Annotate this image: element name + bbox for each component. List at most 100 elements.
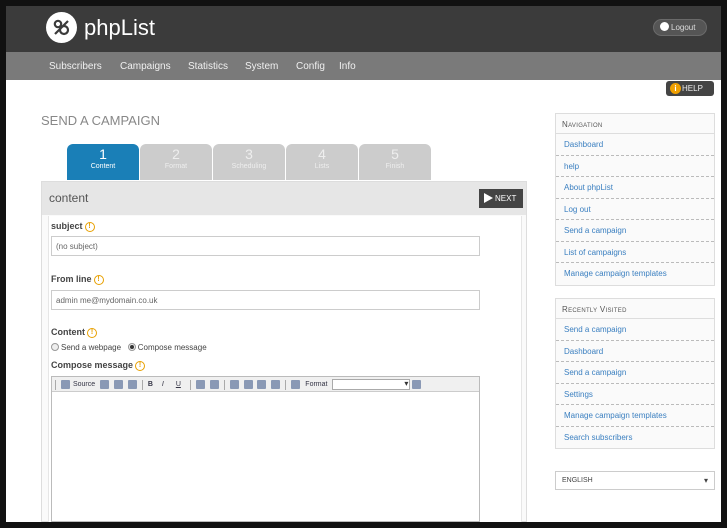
language-value: ENGLISH bbox=[562, 477, 593, 484]
bold-icon[interactable]: B bbox=[148, 380, 157, 390]
from-line-label: From line! bbox=[51, 274, 104, 285]
toolbar-separator bbox=[141, 379, 143, 390]
toolbar-separator bbox=[223, 379, 225, 390]
from-line-label-text: From line bbox=[51, 274, 92, 284]
tab-scheduling[interactable]: 3 Scheduling bbox=[213, 144, 285, 180]
subject-label-text: subject bbox=[51, 221, 83, 231]
tab-number: 4 bbox=[318, 146, 326, 162]
page-title: SEND A CAMPAIGN bbox=[41, 113, 160, 128]
help-icon[interactable]: ! bbox=[135, 361, 146, 371]
align-left-icon[interactable] bbox=[229, 380, 239, 389]
format-label: Format bbox=[305, 380, 328, 388]
logout-label: Logout bbox=[671, 23, 696, 32]
nav-item-statistics[interactable]: Statistics bbox=[188, 61, 228, 72]
radio-compose-message-label: Compose message bbox=[137, 343, 207, 352]
tab-number: 1 bbox=[99, 146, 107, 162]
sidebar-item-dashboard[interactable]: Dashboard bbox=[556, 134, 714, 156]
editor-toolbar: Source B I U Format ▾ bbox=[52, 377, 479, 392]
align-justify-icon[interactable] bbox=[271, 380, 281, 389]
recent-item-manage-templates[interactable]: Manage campaign templates bbox=[556, 405, 714, 427]
content-panel: content NEXT subject! (no subject) From … bbox=[41, 181, 527, 522]
compose-label-text: Compose message bbox=[51, 360, 134, 370]
tab-content[interactable]: 1 Content bbox=[67, 144, 139, 180]
help-icon[interactable]: ! bbox=[93, 275, 104, 285]
content-label: Content! bbox=[51, 327, 97, 338]
sidebar-item-about[interactable]: About phpList bbox=[556, 177, 714, 199]
underline-icon[interactable]: U bbox=[176, 380, 185, 390]
bulleted-list-icon[interactable] bbox=[209, 380, 219, 389]
toolbar-separator bbox=[189, 379, 191, 390]
content-header: content NEXT bbox=[42, 182, 526, 215]
source-button[interactable]: Source bbox=[73, 380, 95, 390]
sidebar-item-manage-templates[interactable]: Manage campaign templates bbox=[556, 263, 714, 285]
sidebar-item-list-campaigns[interactable]: List of campaigns bbox=[556, 242, 714, 263]
tab-format[interactable]: 2 Format bbox=[140, 144, 212, 180]
content-type-radios: Send a webpage Compose message bbox=[51, 343, 207, 352]
recent-item-search-subscribers[interactable]: Search subscribers bbox=[556, 427, 714, 449]
recent-item-settings[interactable]: Settings bbox=[556, 384, 714, 405]
recent-item-dashboard[interactable]: Dashboard bbox=[556, 341, 714, 362]
recently-visited-panel: Recently Visited Send a campaign Dashboa… bbox=[555, 298, 715, 449]
format-select[interactable] bbox=[332, 379, 411, 390]
content-title: content bbox=[49, 191, 89, 205]
next-button[interactable]: NEXT bbox=[479, 189, 523, 208]
next-label: NEXT bbox=[495, 194, 517, 203]
help-label: HELP bbox=[682, 84, 703, 93]
tab-label: Scheduling bbox=[231, 163, 267, 170]
recently-visited-title: Recently Visited bbox=[556, 299, 714, 319]
radio-send-webpage-label: Send a webpage bbox=[61, 343, 122, 352]
tab-number: 5 bbox=[391, 146, 399, 162]
top-bar: phpList Logout bbox=[6, 6, 721, 52]
language-select[interactable]: ENGLISH ▾ bbox=[555, 471, 715, 490]
navigation-panel: Navigation Dashboard help About phpList … bbox=[555, 113, 715, 286]
tab-finish[interactable]: 5 Finish bbox=[359, 144, 431, 180]
recent-item-send-campaign[interactable]: Send a campaign bbox=[556, 319, 714, 341]
help-icon[interactable]: ! bbox=[84, 222, 95, 232]
logout-button[interactable]: Logout bbox=[653, 19, 707, 36]
phplist-logo-icon[interactable] bbox=[46, 12, 77, 43]
chevron-down-icon: ▾ bbox=[703, 476, 708, 485]
align-center-icon[interactable] bbox=[243, 380, 253, 389]
paste-word-icon[interactable] bbox=[128, 380, 137, 389]
paste-text-icon[interactable] bbox=[114, 380, 124, 389]
numbered-list-icon[interactable] bbox=[195, 380, 205, 389]
tab-label: Finish bbox=[385, 163, 405, 170]
tab-lists[interactable]: 4 Lists bbox=[286, 144, 358, 180]
app-window: phpList Logout Subscribers Campaigns Sta… bbox=[6, 6, 721, 522]
brand-name: phpList bbox=[84, 15, 155, 40]
compose-label: Compose message! bbox=[51, 360, 146, 371]
help-button[interactable]: i HELP bbox=[666, 81, 714, 96]
message-editor: Source B I U Format ▾ bbox=[51, 376, 480, 522]
nav-item-config[interactable]: Config bbox=[296, 61, 325, 72]
source-icon[interactable] bbox=[60, 380, 70, 389]
sidebar-item-help[interactable]: help bbox=[556, 156, 714, 177]
recent-item-send-campaign[interactable]: Send a campaign bbox=[556, 362, 714, 384]
from-line-input[interactable]: admin me@mydomain.co.uk bbox=[51, 290, 480, 310]
content-label-text: Content bbox=[51, 327, 85, 337]
toolbar-separator bbox=[55, 379, 56, 390]
sidebar-item-logout[interactable]: Log out bbox=[556, 199, 714, 220]
help-icon[interactable] bbox=[412, 380, 422, 389]
toolbar-separator bbox=[285, 379, 287, 390]
nav-item-subscribers[interactable]: Subscribers bbox=[49, 61, 102, 72]
radio-send-webpage[interactable] bbox=[51, 343, 59, 351]
nav-item-info[interactable]: Info bbox=[339, 61, 356, 72]
radio-compose-message[interactable] bbox=[127, 343, 136, 351]
italic-icon[interactable]: I bbox=[162, 380, 171, 390]
paste-icon[interactable] bbox=[100, 380, 110, 389]
sidebar-item-send-campaign[interactable]: Send a campaign bbox=[556, 220, 714, 242]
main-nav: Subscribers Campaigns Statistics System … bbox=[6, 52, 721, 80]
align-right-icon[interactable] bbox=[257, 380, 267, 389]
help-icon[interactable]: ! bbox=[87, 328, 97, 338]
navigation-title: Navigation bbox=[556, 114, 714, 134]
tab-label: Lists bbox=[314, 163, 330, 170]
image-icon[interactable] bbox=[291, 380, 301, 389]
tab-label: Format bbox=[164, 163, 188, 170]
campaign-form: subject! (no subject) From line! admin m… bbox=[48, 216, 522, 522]
tab-label: Content bbox=[90, 163, 116, 170]
play-icon bbox=[484, 193, 493, 203]
nav-item-campaigns[interactable]: Campaigns bbox=[120, 61, 171, 72]
nav-item-system[interactable]: System bbox=[245, 61, 278, 72]
subject-input[interactable]: (no subject) bbox=[51, 236, 480, 256]
subject-label: subject! bbox=[51, 221, 95, 232]
